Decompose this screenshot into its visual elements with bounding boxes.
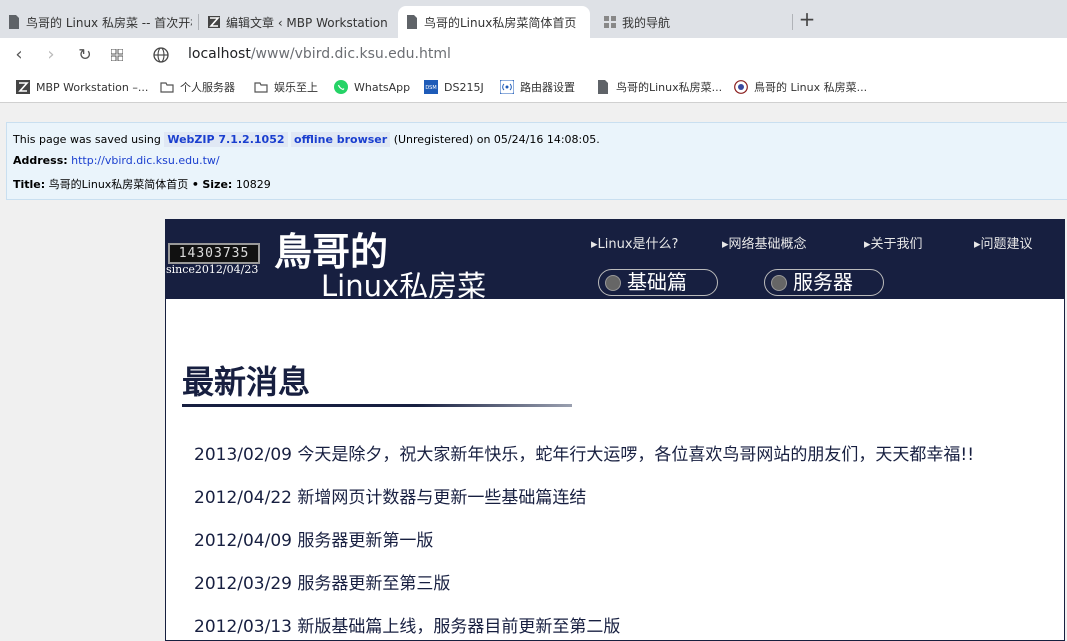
- folder-icon: [160, 82, 174, 93]
- news-item: 2012/03/13 新版基础篇上线，服务器目前更新至第二版: [194, 617, 621, 637]
- basics-label: 基础篇: [627, 270, 687, 294]
- tab-label: 鸟哥的 Linux 私房菜 -- 首次开机: [26, 15, 192, 30]
- counter-since: since2012/04/23: [166, 263, 259, 276]
- webzip-link[interactable]: WebZIP 7.1.2.1052: [164, 132, 288, 147]
- bookmark-mbp-workstation[interactable]: MBP Workstation –...: [16, 78, 148, 96]
- bookmark-vbird-traditional[interactable]: 鳥哥的 Linux 私房菜...: [734, 78, 867, 96]
- tab-vbird-first-boot[interactable]: 鸟哥的 Linux 私房菜 -- 首次开机: [0, 6, 192, 38]
- bookmarks-bar: MBP Workstation –... 个人服务器 娱乐至上 WhatsApp…: [0, 72, 1067, 103]
- saved-size: 10829: [235, 178, 271, 191]
- tab-separator: [198, 14, 199, 30]
- bookmark-label: 路由器设置: [520, 81, 575, 94]
- bullet-separator: •: [191, 178, 199, 191]
- forward-button[interactable]: ›: [40, 44, 62, 66]
- new-tab-button[interactable]: +: [796, 8, 818, 30]
- saved-prefix: This page was saved using: [13, 133, 161, 146]
- tab-label: 编辑文章 ‹ MBP Workstation —: [226, 15, 390, 30]
- whatsapp-icon: [334, 80, 348, 94]
- mbp-logo-icon: [16, 80, 30, 94]
- radio-dot-icon: [605, 275, 621, 291]
- tab-label: 我的导航: [622, 15, 671, 30]
- tab-bar: 鸟哥的 Linux 私房菜 -- 首次开机 编辑文章 ‹ MBP Worksta…: [0, 0, 1067, 38]
- grid-icon: [604, 16, 616, 28]
- tab-separator: [792, 14, 793, 30]
- url-path: /www/vbird.dic.ksu.edu.html: [250, 46, 451, 62]
- svg-text:DSM: DSM: [425, 85, 436, 91]
- saved-title: 鸟哥的Linux私房菜简体首页: [48, 178, 189, 191]
- saved-suffix: (Unregistered) on 05/24/16 14:08:05.: [393, 133, 600, 146]
- url-host: localhost: [188, 46, 251, 62]
- mbp-logo-icon: [208, 16, 220, 28]
- bookmark-label: 鳥哥的 Linux 私房菜...: [754, 81, 868, 94]
- bookmark-label: 个人服务器: [180, 81, 235, 94]
- nav-what-is-linux[interactable]: ▸Linux是什么?: [591, 233, 678, 252]
- address-link[interactable]: http://vbird.dic.ksu.edu.tw/: [71, 154, 219, 167]
- saved-address-line: Address: http://vbird.dic.ksu.edu.tw/: [13, 154, 220, 167]
- nav-network-basics[interactable]: ▸网络基础概念: [722, 233, 807, 252]
- servers-label: 服务器: [793, 270, 853, 294]
- visit-counter: 14303735: [168, 243, 260, 264]
- offline-browser-link[interactable]: offline browser: [291, 132, 391, 147]
- bookmark-label: WhatsApp: [354, 80, 411, 94]
- bookmark-label: 娱乐至上: [274, 81, 318, 94]
- bookmark-router-settings[interactable]: 路由器设置: [500, 78, 575, 96]
- saved-title-line: Title: 鸟哥的Linux私房菜简体首页 • Size: 10829: [13, 176, 271, 192]
- heading-underline: [182, 404, 572, 407]
- title-label: Title:: [13, 178, 46, 191]
- tab-vbird-home[interactable]: 鸟哥的Linux私房菜简体首页: [398, 6, 590, 38]
- news-item: 2013/02/09 今天是除夕，祝大家新年快乐，蛇年行大运啰，各位喜欢鸟哥网站…: [194, 445, 975, 465]
- tab-my-nav[interactable]: 我的导航: [596, 6, 786, 38]
- news-item: 2012/03/29 服务器更新至第三版: [194, 574, 451, 594]
- bookmark-personal-servers[interactable]: 个人服务器: [160, 78, 235, 96]
- bookmark-label: DS215J: [444, 80, 484, 94]
- bookmark-label: MBP Workstation –...: [36, 80, 149, 94]
- latest-news-heading: 最新消息: [182, 363, 311, 401]
- size-label: Size:: [202, 178, 233, 191]
- router-icon: [500, 80, 514, 94]
- reload-button[interactable]: ↻: [74, 44, 96, 66]
- address-label: Address:: [13, 154, 68, 167]
- site-banner: 14303735 since2012/04/23 鳥哥的 Linux私房菜 ▸L…: [166, 219, 1064, 303]
- vbird-logo-icon: [734, 80, 748, 94]
- nav-about-us[interactable]: ▸关于我们: [864, 233, 923, 252]
- webzip-saved-info: This page was saved using WebZIP 7.1.2.1…: [6, 122, 1067, 200]
- radio-dot-icon: [771, 275, 787, 291]
- tab-label: 鸟哥的Linux私房菜简体首页: [424, 15, 577, 30]
- bookmark-whatsapp[interactable]: WhatsApp: [334, 78, 410, 96]
- document-icon: [407, 15, 417, 29]
- bookmark-entertainment[interactable]: 娱乐至上: [254, 78, 318, 96]
- document-icon: [598, 80, 608, 94]
- apps-grid-button[interactable]: [106, 44, 128, 66]
- news-item: 2012/04/09 服务器更新第一版: [194, 531, 434, 551]
- document-icon: [9, 15, 19, 29]
- nav-feedback[interactable]: ▸问题建议: [974, 233, 1033, 252]
- saved-info-line: This page was saved using WebZIP 7.1.2.1…: [13, 132, 600, 147]
- bookmark-label: 鸟哥的Linux私房菜...: [616, 81, 723, 94]
- address-toolbar: ‹ › ↻ localhost/www/vbird.dic.ksu.edu.ht…: [0, 38, 1067, 72]
- folder-icon: [254, 82, 268, 93]
- vbird-page: 14303735 since2012/04/23 鳥哥的 Linux私房菜 ▸L…: [165, 219, 1065, 641]
- servers-button[interactable]: 服务器: [764, 269, 884, 296]
- basics-button[interactable]: 基础篇: [598, 269, 718, 296]
- bookmark-vbird-simplified[interactable]: 鸟哥的Linux私房菜...: [596, 78, 722, 96]
- grid-icon: [110, 48, 124, 62]
- site-logo-line2[interactable]: Linux私房菜: [321, 263, 486, 305]
- dsm-icon: DSM: [424, 80, 438, 94]
- news-item: 2012/04/22 新增网页计数器与更新一些基础篇连结: [194, 488, 587, 508]
- globe-icon: [150, 44, 172, 66]
- bookmark-ds215j[interactable]: DSM DS215J: [424, 78, 484, 96]
- tab-edit-post[interactable]: 编辑文章 ‹ MBP Workstation —: [200, 6, 390, 38]
- address-input[interactable]: localhost/www/vbird.dic.ksu.edu.html: [188, 46, 451, 62]
- back-button[interactable]: ‹: [8, 44, 30, 66]
